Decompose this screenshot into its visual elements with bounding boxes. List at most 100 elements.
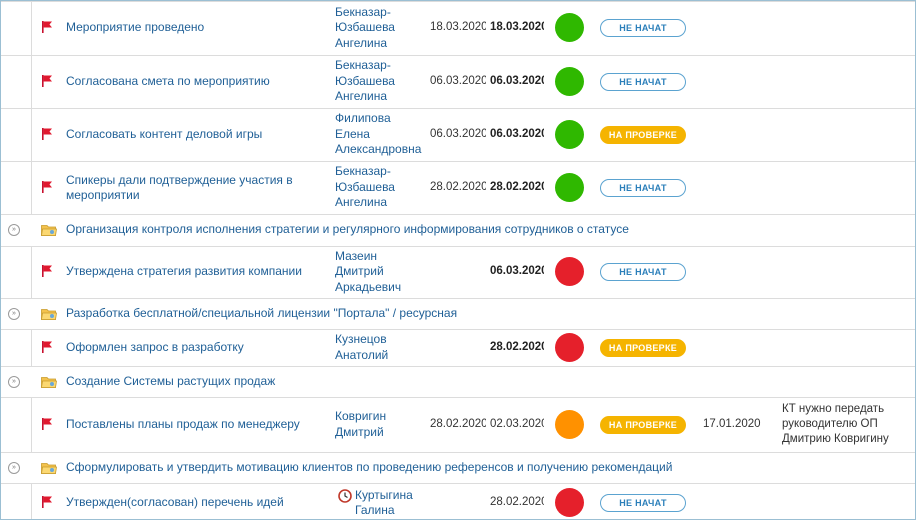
tree-indent-line xyxy=(31,397,32,452)
row-divider xyxy=(1,452,915,453)
status-indicator xyxy=(555,488,584,517)
task-title-line: Спикеры дали подтверждение участия в xyxy=(66,172,293,187)
state-badge[interactable]: НЕ НАЧАТ xyxy=(600,494,686,512)
expand-toggle-icon[interactable]: » xyxy=(8,375,20,388)
responsible-person[interactable]: Филипова Елена Александровна xyxy=(335,111,427,158)
responsible-person[interactable]: Ковригин Дмитрий xyxy=(335,409,427,440)
state-badge[interactable]: НА ПРОВЕРКЕ xyxy=(600,125,686,144)
due-date: 06.03.2020 xyxy=(490,127,544,140)
due-date: 06.03.2020 xyxy=(490,74,544,87)
state-badge[interactable]: НА ПРОВЕРКЕ xyxy=(600,338,686,357)
tree-indent-line xyxy=(31,55,32,108)
folder-icon xyxy=(41,461,57,474)
responsible-person[interactable]: Мазеин Дмитрий Аркадьевич xyxy=(335,249,427,296)
task-table: Мероприятие проведено Бекназар- Юзбашева Ан… xyxy=(0,0,916,520)
person-name-line: Ангелина xyxy=(335,89,388,104)
flag-icon[interactable] xyxy=(41,74,53,87)
row-divider xyxy=(1,161,915,162)
due-date: 28.02.2020 xyxy=(490,180,544,193)
person-name-line: Юзбашева xyxy=(335,73,395,88)
flag-icon[interactable] xyxy=(41,127,53,140)
flag-icon[interactable] xyxy=(41,495,53,508)
comment-line: КТ нужно передать xyxy=(782,403,885,415)
folder-icon xyxy=(41,375,57,388)
status-indicator xyxy=(555,13,584,42)
flag-icon[interactable] xyxy=(41,20,53,33)
row-divider xyxy=(1,298,915,299)
person-name-line: Ангелина xyxy=(335,195,388,210)
start-date: 06.03.2020 xyxy=(430,127,486,140)
status-indicator xyxy=(555,409,584,439)
responsible-person[interactable]: Куртыгина Галина xyxy=(355,488,447,519)
group-title[interactable]: Создание Системы растущих продаж xyxy=(66,374,275,388)
responsible-person[interactable]: Бекназар- Юзбашева Ангелина xyxy=(335,164,427,211)
task-title-link[interactable]: Поставлены планы продаж по менеджеру xyxy=(66,417,300,432)
task-title-link[interactable]: Спикеры дали подтверждение участия в меро… xyxy=(66,173,293,203)
tree-indent-line xyxy=(31,329,32,366)
state-badge[interactable]: НЕ НАЧАТ xyxy=(600,19,686,37)
person-name-line: Ангелина xyxy=(335,35,388,50)
task-title-line: мероприятии xyxy=(66,187,140,202)
tree-indent-line xyxy=(31,108,32,161)
person-name-line: Бекназар- xyxy=(335,4,391,19)
task-title-link[interactable]: Согласована смета по мероприятию xyxy=(66,74,270,89)
expand-toggle-icon[interactable]: » xyxy=(8,461,20,474)
status-indicator xyxy=(555,257,584,286)
responsible-person[interactable]: Бекназар- Юзбашева Ангелина xyxy=(335,5,427,52)
row-divider xyxy=(1,246,915,247)
comment-line: руководителю ОП xyxy=(782,418,878,430)
person-name-line: Юзбашева xyxy=(335,179,395,194)
status-indicator xyxy=(555,332,584,362)
row-divider xyxy=(1,55,915,56)
state-badge[interactable]: НА ПРОВЕРКЕ xyxy=(600,415,686,434)
responsible-person[interactable]: Кузнецов Анатолий xyxy=(335,332,427,363)
folder-icon xyxy=(41,307,57,320)
responsible-person[interactable]: Бекназар- Юзбашева Ангелина xyxy=(335,58,427,105)
start-date: 18.03.2020 xyxy=(430,21,486,33)
due-date: 28.02.2020 xyxy=(490,496,544,508)
tree-indent-line xyxy=(31,246,32,298)
person-name-line: Мазеин xyxy=(335,248,378,263)
state-badge[interactable]: НЕ НАЧАТ xyxy=(600,263,686,281)
group-title[interactable]: Сформулировать и утвердить мотивацию кли… xyxy=(66,460,672,474)
status-indicator xyxy=(555,119,584,149)
task-title-link[interactable]: Согласовать контент деловой игры xyxy=(66,127,262,142)
person-name-line: Куртыгина xyxy=(355,487,413,502)
expand-toggle-icon[interactable]: » xyxy=(8,224,20,236)
due-date: 02.03.2020 xyxy=(490,417,544,430)
flag-icon[interactable] xyxy=(41,417,53,430)
group-title[interactable]: Организация контроля исполнения стратеги… xyxy=(66,222,629,236)
expand-toggle-icon[interactable]: » xyxy=(8,307,20,320)
row-divider xyxy=(1,214,915,215)
state-badge[interactable]: НЕ НАЧАТ xyxy=(600,72,686,91)
task-title-link[interactable]: Мероприятие проведено xyxy=(66,20,204,35)
group-title[interactable]: Разработка бесплатной/специальной лиценз… xyxy=(66,306,457,320)
person-name-line: Аркадьевич xyxy=(335,279,402,294)
due-date: 06.03.2020 xyxy=(490,265,544,277)
person-name-line: Дмитрий xyxy=(335,424,384,439)
folder-icon xyxy=(41,223,57,236)
row-divider xyxy=(1,483,915,484)
due-date: 28.02.2020 xyxy=(490,340,544,353)
person-name-line: Анатолий xyxy=(335,347,389,362)
row-divider xyxy=(1,397,915,398)
state-badge[interactable]: НЕ НАЧАТ xyxy=(600,178,686,197)
row-divider xyxy=(1,1,915,2)
person-name-line: Бекназар- xyxy=(335,58,391,73)
clock-icon xyxy=(338,488,352,503)
person-name-line: Дмитрий xyxy=(335,264,384,279)
flag-icon[interactable] xyxy=(41,180,53,193)
flag-icon[interactable] xyxy=(41,264,53,277)
tree-indent-line xyxy=(31,483,32,519)
start-date: 28.02.2020 xyxy=(430,417,486,430)
person-name-line: Александровна xyxy=(335,142,422,157)
flag-icon[interactable] xyxy=(41,340,53,353)
person-name-line: Галина xyxy=(355,503,395,517)
task-title-link[interactable]: Утверждена стратегия развития компании xyxy=(66,264,302,279)
comment-text: КТ нужно передать руководителю ОП Дмитрию … xyxy=(782,402,912,447)
task-title-link[interactable]: Оформлен запрос в разработку xyxy=(66,340,244,355)
person-name-line: Кузнецов xyxy=(335,332,387,346)
start-date: 06.03.2020 xyxy=(430,74,486,87)
person-name-line: Елена xyxy=(335,126,370,141)
task-title-link[interactable]: Утвержден(согласован) перечень идей xyxy=(66,495,284,510)
